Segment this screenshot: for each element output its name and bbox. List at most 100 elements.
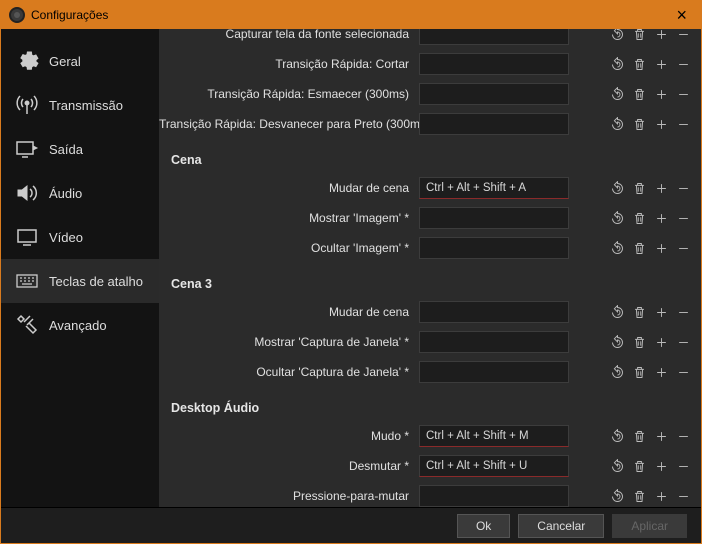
video-icon: [15, 225, 39, 249]
trash-icon[interactable]: [629, 208, 649, 228]
revert-icon[interactable]: [607, 362, 627, 382]
trash-icon[interactable]: [629, 238, 649, 258]
minus-icon[interactable]: [673, 486, 693, 506]
plus-icon[interactable]: [651, 208, 671, 228]
minus-icon[interactable]: [673, 302, 693, 322]
hotkey-input[interactable]: [419, 207, 569, 229]
hotkey-label: Transição Rápida: Desvanecer para Preto …: [159, 117, 419, 131]
ok-button[interactable]: Ok: [457, 514, 510, 538]
revert-icon[interactable]: [607, 114, 627, 134]
plus-icon[interactable]: [651, 426, 671, 446]
trash-icon[interactable]: [629, 302, 649, 322]
hotkey-label: Mudar de cena: [159, 181, 419, 195]
hotkey-input[interactable]: [419, 53, 569, 75]
plus-icon[interactable]: [651, 114, 671, 134]
trash-icon[interactable]: [629, 332, 649, 352]
plus-icon[interactable]: [651, 29, 671, 44]
minus-icon[interactable]: [673, 208, 693, 228]
hotkey-input[interactable]: [419, 361, 569, 383]
minus-icon[interactable]: [673, 178, 693, 198]
plus-icon[interactable]: [651, 54, 671, 74]
hotkey-input[interactable]: [419, 113, 569, 135]
hotkey-label: Mostrar 'Imagem' *: [159, 211, 419, 225]
revert-icon[interactable]: [607, 54, 627, 74]
hotkey-row: Mudar de cena Ctrl + Alt + Shift + A: [159, 173, 701, 203]
trash-icon[interactable]: [629, 54, 649, 74]
minus-icon[interactable]: [673, 456, 693, 476]
plus-icon[interactable]: [651, 84, 671, 104]
hotkey-row: Capturar tela da fonte selecionada: [159, 29, 701, 49]
sidebar-item-advanced[interactable]: Avançado: [1, 303, 159, 347]
hotkey-row: Pressione-para-mutar: [159, 481, 701, 507]
broadcast-icon: [15, 93, 39, 117]
hotkey-row: Transição Rápida: Esmaecer (300ms): [159, 79, 701, 109]
plus-icon[interactable]: [651, 178, 671, 198]
trash-icon[interactable]: [629, 426, 649, 446]
hotkey-label: Transição Rápida: Esmaecer (300ms): [159, 87, 419, 101]
trash-icon[interactable]: [629, 362, 649, 382]
minus-icon[interactable]: [673, 238, 693, 258]
plus-icon[interactable]: [651, 456, 671, 476]
plus-icon[interactable]: [651, 302, 671, 322]
trash-icon[interactable]: [629, 84, 649, 104]
revert-icon[interactable]: [607, 29, 627, 44]
section-title: Desktop Áudio: [159, 387, 701, 421]
revert-icon[interactable]: [607, 238, 627, 258]
cancel-button[interactable]: Cancelar: [518, 514, 604, 538]
sidebar-item-label: Teclas de atalho: [49, 274, 143, 289]
sidebar-item-output[interactable]: Saída: [1, 127, 159, 171]
sidebar-item-label: Transmissão: [49, 98, 123, 113]
hotkey-input[interactable]: [419, 485, 569, 507]
trash-icon[interactable]: [629, 178, 649, 198]
hotkey-input[interactable]: [419, 29, 569, 45]
revert-icon[interactable]: [607, 426, 627, 446]
trash-icon[interactable]: [629, 456, 649, 476]
close-icon[interactable]: ×: [670, 5, 693, 26]
revert-icon[interactable]: [607, 178, 627, 198]
hotkey-input[interactable]: Ctrl + Alt + Shift + U: [419, 455, 569, 477]
hotkey-input[interactable]: [419, 331, 569, 353]
hotkey-row: Mudo * Ctrl + Alt + Shift + M: [159, 421, 701, 451]
sidebar-item-stream[interactable]: Transmissão: [1, 83, 159, 127]
sidebar-item-label: Avançado: [49, 318, 107, 333]
revert-icon[interactable]: [607, 486, 627, 506]
revert-icon[interactable]: [607, 84, 627, 104]
plus-icon[interactable]: [651, 238, 671, 258]
minus-icon[interactable]: [673, 29, 693, 44]
plus-icon[interactable]: [651, 362, 671, 382]
keyboard-icon: [15, 269, 39, 293]
minus-icon[interactable]: [673, 84, 693, 104]
plus-icon[interactable]: [651, 332, 671, 352]
trash-icon[interactable]: [629, 29, 649, 44]
plus-icon[interactable]: [651, 486, 671, 506]
hotkey-label: Mudo *: [159, 429, 419, 443]
sidebar-item-general[interactable]: Geral: [1, 39, 159, 83]
trash-icon[interactable]: [629, 486, 649, 506]
hotkey-input[interactable]: [419, 83, 569, 105]
sidebar-item-hotkeys[interactable]: Teclas de atalho: [1, 259, 159, 303]
sidebar-item-audio[interactable]: Áudio: [1, 171, 159, 215]
hotkey-row: Ocultar 'Captura de Janela' *: [159, 357, 701, 387]
trash-icon[interactable]: [629, 114, 649, 134]
hotkey-input[interactable]: Ctrl + Alt + Shift + M: [419, 425, 569, 447]
hotkey-input[interactable]: [419, 237, 569, 259]
revert-icon[interactable]: [607, 208, 627, 228]
minus-icon[interactable]: [673, 54, 693, 74]
minus-icon[interactable]: [673, 426, 693, 446]
revert-icon[interactable]: [607, 332, 627, 352]
revert-icon[interactable]: [607, 456, 627, 476]
minus-icon[interactable]: [673, 332, 693, 352]
hotkey-label: Desmutar *: [159, 459, 419, 473]
hotkey-label: Capturar tela da fonte selecionada: [159, 29, 419, 41]
section-title: Cena 3: [159, 263, 701, 297]
hotkey-label: Pressione-para-mutar: [159, 489, 419, 503]
sidebar-item-video[interactable]: Vídeo: [1, 215, 159, 259]
sidebar-item-label: Áudio: [49, 186, 82, 201]
revert-icon[interactable]: [607, 302, 627, 322]
minus-icon[interactable]: [673, 362, 693, 382]
hotkey-row: Transição Rápida: Cortar: [159, 49, 701, 79]
sidebar-item-label: Vídeo: [49, 230, 83, 245]
hotkey-input[interactable]: [419, 301, 569, 323]
hotkey-input[interactable]: Ctrl + Alt + Shift + A: [419, 177, 569, 199]
minus-icon[interactable]: [673, 114, 693, 134]
